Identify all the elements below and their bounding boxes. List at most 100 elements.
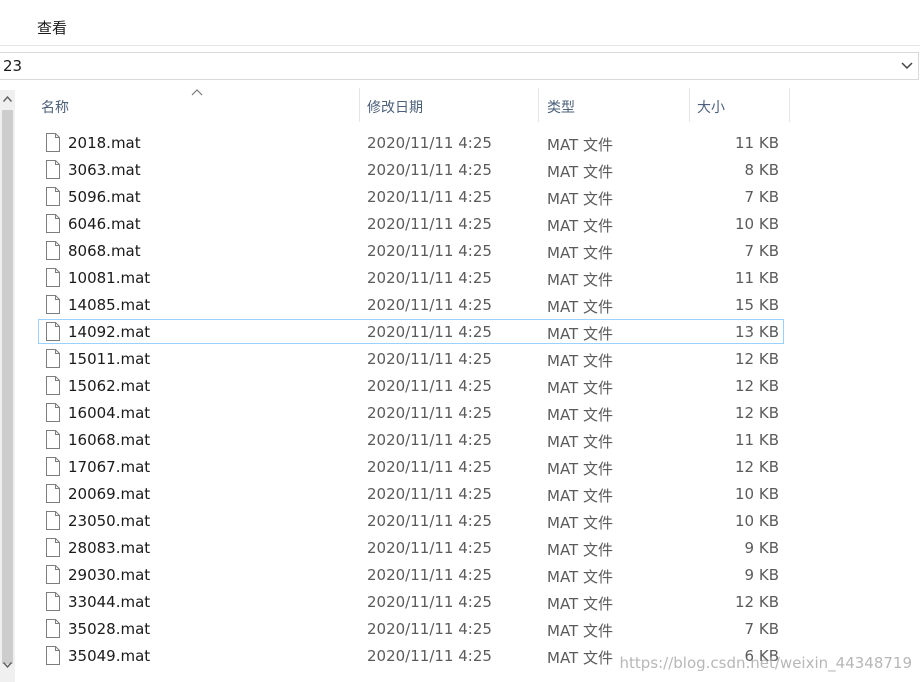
file-type: MAT 文件 — [547, 379, 613, 397]
column-header-size-label: 大小 — [697, 100, 725, 116]
file-row[interactable]: 35028.mat 2020/11/11 4:25 MAT 文件 7 KB — [38, 616, 784, 641]
file-type: MAT 文件 — [547, 352, 613, 370]
file-size: 8 KB — [744, 161, 779, 179]
file-row[interactable]: 2018.mat 2020/11/11 4:25 MAT 文件 11 KB — [38, 130, 784, 155]
file-size: 12 KB — [735, 458, 779, 476]
file-date: 2020/11/11 4:25 — [367, 269, 492, 287]
address-dropdown-button[interactable] — [896, 53, 918, 79]
file-size: 7 KB — [744, 620, 779, 638]
file-date: 2020/11/11 4:25 — [367, 404, 492, 422]
address-bar[interactable]: 23 — [0, 52, 919, 80]
file-date: 2020/11/11 4:25 — [367, 620, 492, 638]
file-row[interactable]: 14085.mat 2020/11/11 4:25 MAT 文件 15 KB — [38, 292, 784, 317]
file-size: 11 KB — [735, 269, 779, 287]
file-row[interactable]: 20069.mat 2020/11/11 4:25 MAT 文件 10 KB — [38, 481, 784, 506]
file-type: MAT 文件 — [547, 271, 613, 289]
file-date: 2020/11/11 4:25 — [367, 323, 492, 341]
file-name: 14085.mat — [68, 296, 151, 314]
file-row[interactable]: 16068.mat 2020/11/11 4:25 MAT 文件 11 KB — [38, 427, 784, 452]
file-date: 2020/11/11 4:25 — [367, 377, 492, 395]
file-row[interactable]: 8068.mat 2020/11/11 4:25 MAT 文件 7 KB — [38, 238, 784, 263]
file-icon — [46, 484, 60, 503]
file-icon — [46, 187, 60, 206]
file-date: 2020/11/11 4:25 — [367, 539, 492, 557]
vertical-scrollbar[interactable] — [0, 90, 15, 682]
file-type: MAT 文件 — [547, 649, 613, 667]
file-type: MAT 文件 — [547, 163, 613, 181]
file-row[interactable]: 15062.mat 2020/11/11 4:25 MAT 文件 12 KB — [38, 373, 784, 398]
address-path: 23 — [3, 57, 23, 75]
file-row[interactable]: 15011.mat 2020/11/11 4:25 MAT 文件 12 KB — [38, 346, 784, 371]
chevron-down-icon — [901, 62, 913, 70]
file-icon — [46, 646, 60, 665]
file-icon — [46, 619, 60, 638]
file-name: 16068.mat — [68, 431, 151, 449]
file-date: 2020/11/11 4:25 — [367, 458, 492, 476]
file-row[interactable]: 10081.mat 2020/11/11 4:25 MAT 文件 11 KB — [38, 265, 784, 290]
file-row[interactable]: 17067.mat 2020/11/11 4:25 MAT 文件 12 KB — [38, 454, 784, 479]
file-name: 17067.mat — [68, 458, 151, 476]
file-date: 2020/11/11 4:25 — [367, 215, 492, 233]
file-size: 10 KB — [735, 215, 779, 233]
file-icon — [46, 241, 60, 260]
file-row[interactable]: 28083.mat 2020/11/11 4:25 MAT 文件 9 KB — [38, 535, 784, 560]
file-size: 12 KB — [735, 404, 779, 422]
file-row[interactable]: 23050.mat 2020/11/11 4:25 MAT 文件 10 KB — [38, 508, 784, 533]
file-icon — [46, 376, 60, 395]
column-header-date-label: 修改日期 — [367, 100, 423, 116]
file-date: 2020/11/11 4:25 — [367, 134, 492, 152]
file-name: 5096.mat — [68, 188, 141, 206]
column-header-type[interactable]: 类型 — [539, 88, 689, 122]
file-name: 3063.mat — [68, 161, 141, 179]
column-header-date[interactable]: 修改日期 — [360, 88, 538, 122]
column-header-name[interactable]: 名称 — [15, 88, 359, 122]
file-size: 7 KB — [744, 242, 779, 260]
file-size: 12 KB — [735, 350, 779, 368]
file-icon — [46, 268, 60, 287]
file-date: 2020/11/11 4:25 — [367, 161, 492, 179]
file-type: MAT 文件 — [547, 487, 613, 505]
file-name: 15011.mat — [68, 350, 151, 368]
column-header-size[interactable]: 大小 — [690, 88, 789, 122]
file-type: MAT 文件 — [547, 595, 613, 613]
scroll-thumb[interactable] — [2, 110, 13, 664]
file-icon — [46, 565, 60, 584]
file-name: 15062.mat — [68, 377, 151, 395]
file-icon — [46, 295, 60, 314]
file-name: 8068.mat — [68, 242, 141, 260]
file-icon — [46, 592, 60, 611]
file-row[interactable]: 3063.mat 2020/11/11 4:25 MAT 文件 8 KB — [38, 157, 784, 182]
file-row[interactable]: 29030.mat 2020/11/11 4:25 MAT 文件 9 KB — [38, 562, 784, 587]
file-type: MAT 文件 — [547, 568, 613, 586]
file-size: 9 KB — [744, 566, 779, 584]
column-header-type-label: 类型 — [547, 100, 575, 116]
file-name: 35049.mat — [68, 647, 151, 665]
file-row[interactable]: 14092.mat 2020/11/11 4:25 MAT 文件 13 KB — [38, 319, 784, 344]
file-date: 2020/11/11 4:25 — [367, 512, 492, 530]
menu-item-view[interactable]: 查看 — [37, 17, 67, 38]
file-type: MAT 文件 — [547, 217, 613, 235]
file-type: MAT 文件 — [547, 136, 613, 154]
file-name: 6046.mat — [68, 215, 141, 233]
file-size: 10 KB — [735, 512, 779, 530]
file-row[interactable]: 6046.mat 2020/11/11 4:25 MAT 文件 10 KB — [38, 211, 784, 236]
file-row[interactable]: 5096.mat 2020/11/11 4:25 MAT 文件 7 KB — [38, 184, 784, 209]
file-size: 10 KB — [735, 485, 779, 503]
file-icon — [46, 511, 60, 530]
file-type: MAT 文件 — [547, 406, 613, 424]
file-icon — [46, 133, 60, 152]
file-icon — [46, 214, 60, 233]
chevron-up-icon — [3, 96, 12, 102]
file-date: 2020/11/11 4:25 — [367, 296, 492, 314]
file-date: 2020/11/11 4:25 — [367, 647, 492, 665]
file-size: 15 KB — [735, 296, 779, 314]
scroll-down-button[interactable] — [0, 656, 15, 674]
file-name: 29030.mat — [68, 566, 151, 584]
column-separator[interactable] — [789, 88, 790, 122]
file-row[interactable]: 33044.mat 2020/11/11 4:25 MAT 文件 12 KB — [38, 589, 784, 614]
file-row[interactable]: 16004.mat 2020/11/11 4:25 MAT 文件 12 KB — [38, 400, 784, 425]
file-icon — [46, 457, 60, 476]
column-header-name-label: 名称 — [41, 100, 69, 116]
file-name: 35028.mat — [68, 620, 151, 638]
scroll-up-button[interactable] — [0, 90, 15, 108]
